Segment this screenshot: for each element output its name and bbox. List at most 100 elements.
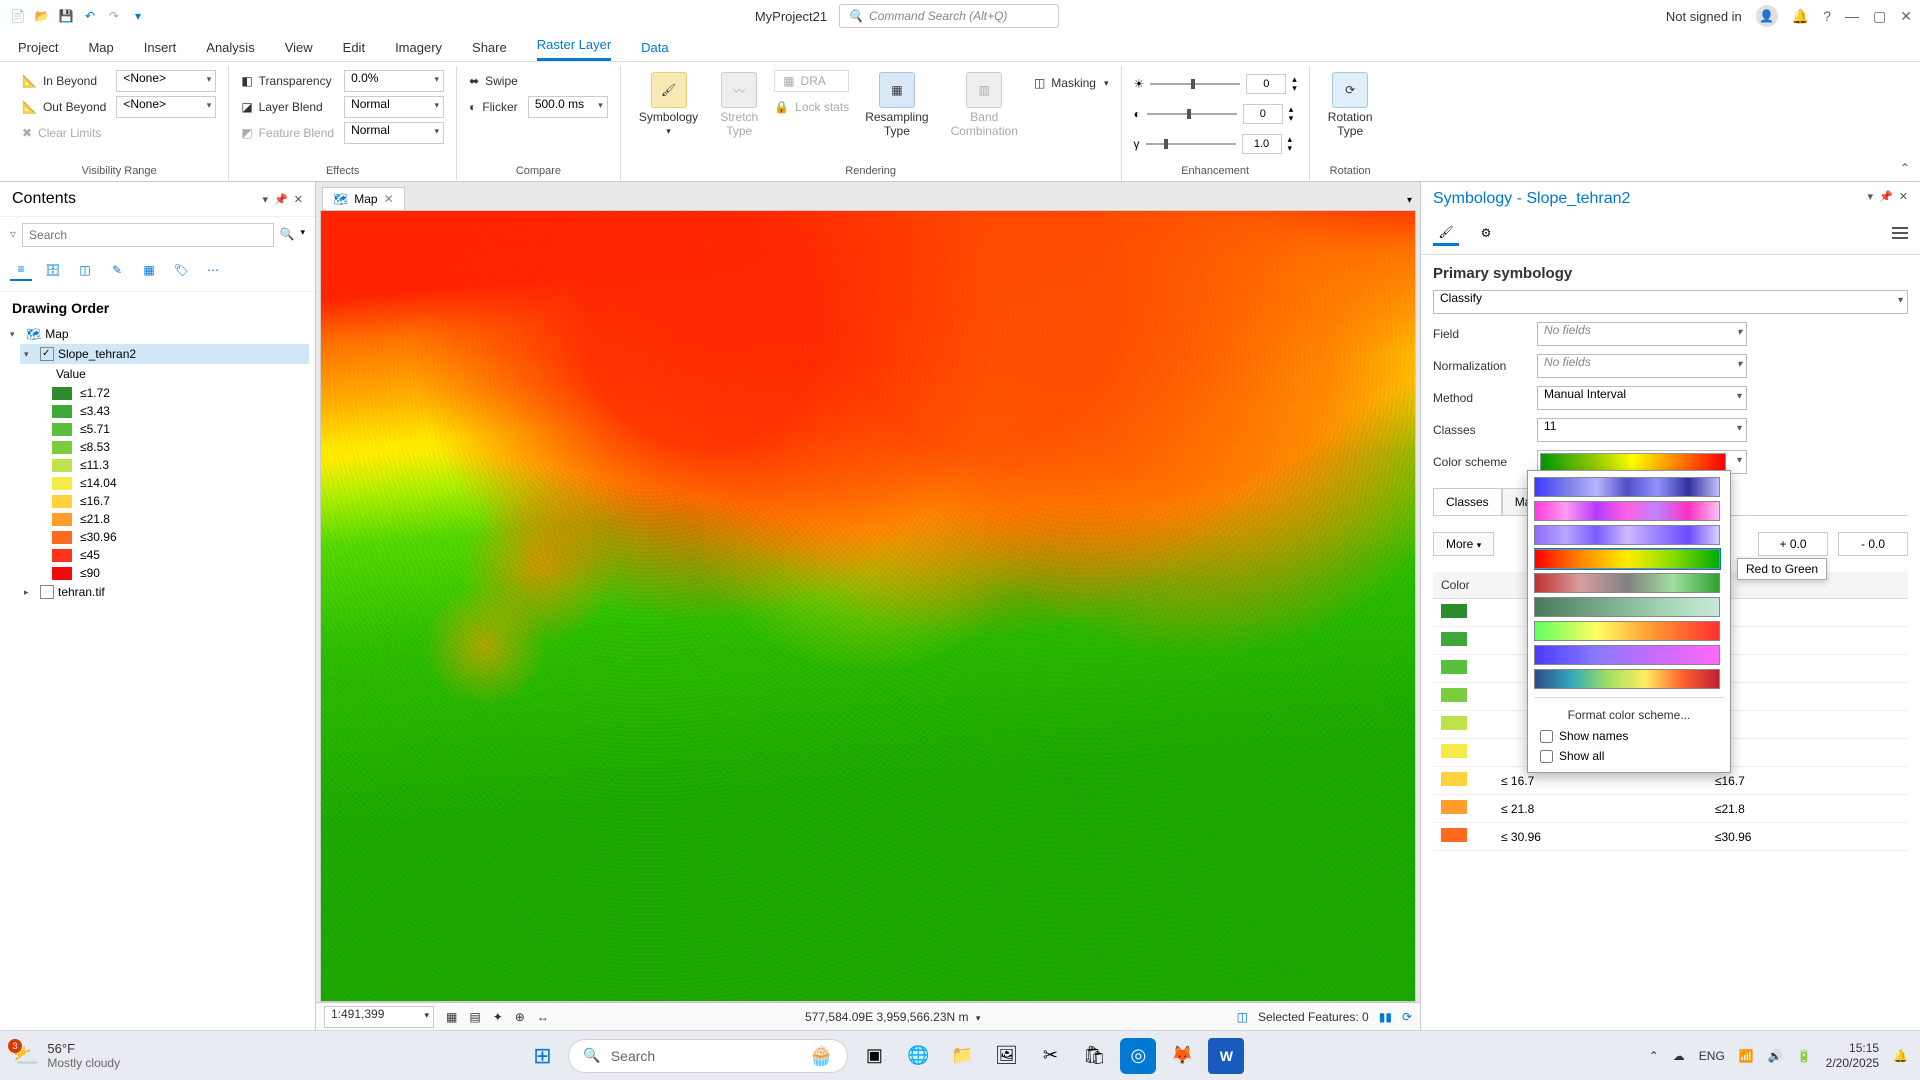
ramp-option[interactable] bbox=[1534, 477, 1720, 497]
save-icon[interactable]: 💾 bbox=[56, 6, 76, 26]
menu-icon[interactable] bbox=[1892, 227, 1908, 239]
out-beyond-button[interactable]: 📐Out Beyond bbox=[22, 96, 106, 118]
stretch-type-button[interactable]: 〰 Stretch Type bbox=[714, 70, 764, 140]
gamma-slider[interactable] bbox=[1146, 143, 1236, 145]
start-icon[interactable]: ⊞ bbox=[524, 1038, 560, 1074]
close-icon[interactable]: ✕ bbox=[1900, 8, 1912, 25]
class-label[interactable] bbox=[1707, 599, 1908, 627]
pane-dropdown-icon[interactable]: ▾ bbox=[263, 193, 269, 206]
lock-stats-button[interactable]: 🔒Lock stats bbox=[774, 96, 849, 118]
map-tab-close-icon[interactable]: ✕ bbox=[384, 192, 394, 206]
ribbon-collapse-icon[interactable]: ⌃ bbox=[1900, 161, 1910, 175]
color-scheme-list[interactable] bbox=[1534, 477, 1724, 693]
minus-input[interactable]: - 0.0 bbox=[1838, 532, 1908, 556]
show-names-checkbox[interactable]: Show names bbox=[1534, 726, 1724, 746]
list-by-selection-icon[interactable]: ◫ bbox=[74, 259, 96, 281]
maximize-icon[interactable]: ▢ bbox=[1873, 8, 1886, 25]
out-beyond-dropdown[interactable]: <None> bbox=[116, 96, 216, 118]
class-row[interactable]: ≤ 30.96≤30.96 bbox=[1433, 823, 1908, 851]
layer-blend-dropdown[interactable]: Normal bbox=[344, 96, 444, 118]
clear-limits-button[interactable]: ✖Clear Limits bbox=[22, 122, 106, 144]
search-go-icon[interactable]: 🔍 bbox=[280, 223, 295, 247]
open-project-icon[interactable]: 📂 bbox=[32, 6, 52, 26]
map-tab[interactable]: 🗺 Map ✕ bbox=[322, 187, 405, 210]
pane-dropdown-icon[interactable]: ▾ bbox=[1868, 190, 1874, 208]
snip-icon[interactable]: ✂ bbox=[1032, 1038, 1068, 1074]
ramp-option[interactable] bbox=[1534, 573, 1720, 593]
method-dropdown[interactable]: Manual Interval bbox=[1537, 386, 1747, 410]
tab-project[interactable]: Project bbox=[18, 34, 58, 61]
filter-icon[interactable]: ▿ bbox=[10, 223, 16, 247]
scale-dropdown[interactable]: 1:491,399 bbox=[324, 1006, 434, 1028]
class-label[interactable]: ≤16.7 bbox=[1707, 767, 1908, 795]
list-more-icon[interactable]: ⋯ bbox=[202, 259, 224, 281]
format-color-scheme-link[interactable]: Format color scheme... bbox=[1534, 704, 1724, 726]
pane-pin-icon[interactable]: 📌 bbox=[274, 193, 288, 206]
refresh-icon[interactable]: ⟳ bbox=[1402, 1010, 1412, 1024]
symbology-button[interactable]: 🖌 Symbology ▾ bbox=[633, 70, 704, 139]
tab-data[interactable]: Data bbox=[641, 34, 668, 61]
flicker-button[interactable]: ◐Flicker bbox=[469, 96, 518, 118]
tab-share[interactable]: Share bbox=[472, 34, 507, 61]
minimize-icon[interactable]: — bbox=[1845, 8, 1859, 24]
class-label[interactable]: ≤30.96 bbox=[1707, 823, 1908, 851]
in-beyond-button[interactable]: 📐In Beyond bbox=[22, 70, 106, 92]
wifi-icon[interactable]: 📶 bbox=[1739, 1049, 1754, 1063]
avatar-icon[interactable]: 👤 bbox=[1756, 5, 1778, 27]
redo-icon[interactable]: ↷ bbox=[104, 6, 124, 26]
class-chip[interactable] bbox=[1441, 744, 1467, 758]
status-icon-table[interactable]: ▤ bbox=[469, 1010, 480, 1024]
tab-map[interactable]: Map bbox=[88, 34, 113, 61]
battery-icon[interactable]: 🔋 bbox=[1797, 1049, 1812, 1063]
caret-icon[interactable]: ▾ bbox=[10, 329, 22, 340]
feature-blend-dropdown[interactable]: Normal bbox=[344, 122, 444, 144]
tab-imagery[interactable]: Imagery bbox=[395, 34, 442, 61]
coords-dd-icon[interactable]: ▾ bbox=[976, 1013, 981, 1023]
band-combination-button[interactable]: ▥ Band Combination bbox=[945, 70, 1024, 140]
list-by-snapping-icon[interactable]: ▦ bbox=[138, 259, 160, 281]
new-project-icon[interactable]: 📄 bbox=[8, 6, 28, 26]
more-button[interactable]: More ▾ bbox=[1433, 532, 1494, 556]
class-label[interactable] bbox=[1707, 683, 1908, 711]
explorer-icon[interactable]: 📁 bbox=[944, 1038, 980, 1074]
class-chip[interactable] bbox=[1441, 688, 1467, 702]
ramp-option-red-green[interactable] bbox=[1534, 549, 1720, 569]
field-dropdown[interactable]: No fields bbox=[1537, 322, 1747, 346]
tab-view[interactable]: View bbox=[285, 34, 313, 61]
volume-icon[interactable]: 🔊 bbox=[1768, 1049, 1783, 1063]
status-icon-grid[interactable]: ▦ bbox=[446, 1010, 457, 1024]
store-icon[interactable]: 🛍 bbox=[1076, 1038, 1112, 1074]
show-all-checkbox[interactable]: Show all bbox=[1534, 746, 1724, 766]
tab-insert[interactable]: Insert bbox=[144, 34, 177, 61]
help-icon[interactable]: ? bbox=[1823, 8, 1831, 24]
weather-widget[interactable]: ⛅ 3 56°F Mostly cloudy bbox=[12, 1041, 120, 1070]
upper-value[interactable]: ≤ 30.96 bbox=[1493, 823, 1707, 851]
caret-icon[interactable]: ▸ bbox=[24, 587, 36, 598]
symbology-type-dropdown[interactable]: Classify bbox=[1433, 290, 1908, 314]
list-by-labeling-icon[interactable]: 🏷 bbox=[170, 259, 192, 281]
caret-icon[interactable]: ▾ bbox=[24, 349, 36, 360]
undo-icon[interactable]: ↶ bbox=[80, 6, 100, 26]
pane-pin-icon[interactable]: 📌 bbox=[1879, 190, 1893, 208]
onedrive-icon[interactable]: ☁ bbox=[1673, 1049, 1685, 1063]
sub-tab-classes[interactable]: Classes bbox=[1433, 488, 1502, 515]
flicker-input[interactable]: 500.0 ms bbox=[528, 96, 608, 118]
advanced-symbology-tab-icon[interactable]: ⚙ bbox=[1473, 220, 1499, 246]
class-chip[interactable] bbox=[1441, 604, 1467, 618]
command-search[interactable]: 🔍 Command Search (Alt+Q) bbox=[839, 4, 1059, 28]
pause-draw-icon[interactable]: ▮▮ bbox=[1379, 1010, 1392, 1024]
contrast-value[interactable]: 0 bbox=[1243, 104, 1283, 124]
photos-icon[interactable]: 🖼 bbox=[988, 1038, 1024, 1074]
in-beyond-dropdown[interactable]: <None> bbox=[116, 70, 216, 92]
list-by-source-icon[interactable]: 🗄 bbox=[42, 259, 64, 281]
map-view-dd-icon[interactable]: ▾ bbox=[1399, 191, 1420, 210]
status-icon-constraints[interactable]: ↔ bbox=[537, 1010, 549, 1024]
class-label[interactable]: ≤21.8 bbox=[1707, 795, 1908, 823]
class-chip[interactable] bbox=[1441, 716, 1467, 730]
taskbar-search[interactable]: 🔍 Search 🧁 bbox=[568, 1039, 848, 1073]
primary-symbology-tab-icon[interactable]: 🖌 bbox=[1433, 220, 1459, 246]
class-chip[interactable] bbox=[1441, 800, 1467, 814]
status-icon-snap[interactable]: ✦ bbox=[493, 1010, 503, 1024]
masking-button[interactable]: ◫Masking▾ bbox=[1034, 72, 1109, 94]
tree-node-tehran[interactable]: ▸ tehran.tif bbox=[20, 582, 309, 602]
